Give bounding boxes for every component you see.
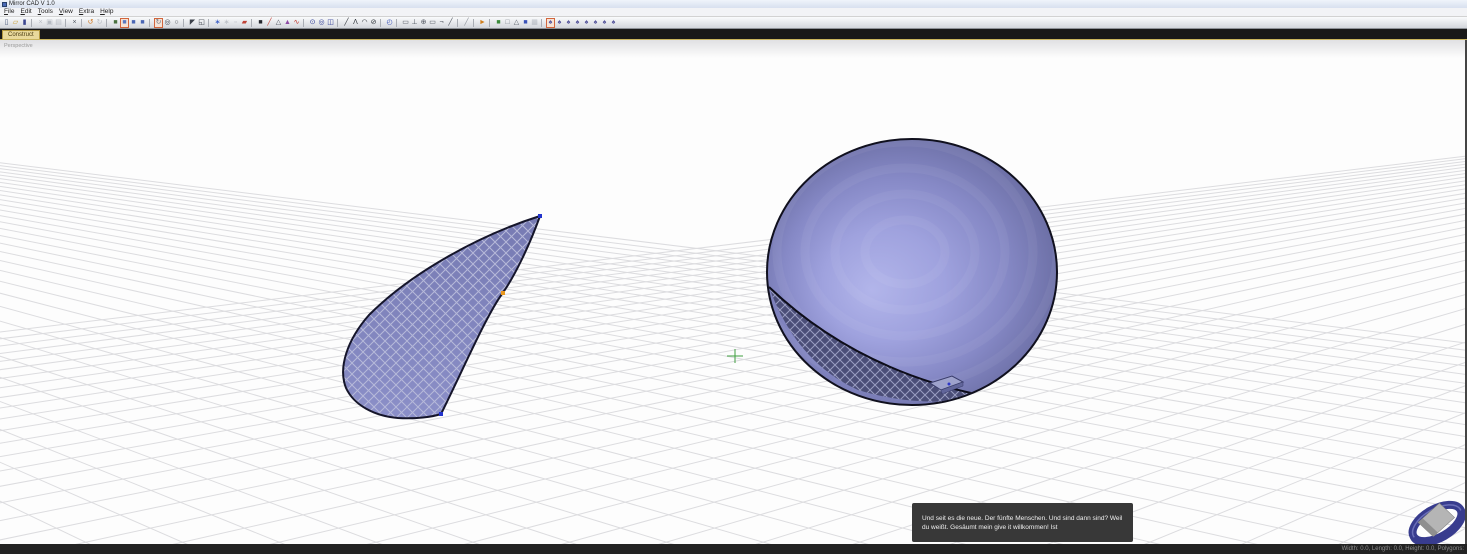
open-file-button[interactable]: ▱ bbox=[11, 18, 20, 28]
flag-tool-button[interactable]: ► bbox=[478, 18, 487, 28]
menu-help[interactable]: Help bbox=[97, 8, 116, 16]
title-bar: Mirror CAD V 1.0 bbox=[0, 0, 1467, 8]
erase-button[interactable]: ▰ bbox=[240, 18, 249, 28]
paste-button[interactable]: ▤ bbox=[54, 18, 63, 28]
line-tool-button[interactable]: ╱ bbox=[342, 18, 351, 28]
view-ghost-button[interactable]: ■ bbox=[138, 18, 147, 28]
menu-bar: FileEditToolsViewExtraHelp bbox=[0, 8, 1467, 17]
horizon-haze bbox=[0, 40, 1467, 58]
cylinder-tool-button[interactable]: ◫ bbox=[326, 18, 335, 28]
material-green-button[interactable]: ■ bbox=[494, 18, 503, 28]
torus-ring-object[interactable] bbox=[1406, 496, 1467, 544]
view-shaded-button[interactable]: ■ bbox=[120, 18, 129, 28]
ellipse-tool-button[interactable]: ⊘ bbox=[369, 18, 378, 28]
line-style-button[interactable]: ╱ bbox=[265, 18, 274, 28]
main-toolbar: ▯▱▮×▣▤×↺↻■■■■↻◎○◤◱∗∗▫▰■╱△▲∿⊙◎◫╱Λ◠⊘◴▭⊥⊕▭¬… bbox=[0, 17, 1467, 29]
snap-grid-button[interactable]: ∗ bbox=[222, 18, 231, 28]
save-file-button[interactable]: ▮ bbox=[20, 18, 29, 28]
disc-tool-button[interactable]: ◎ bbox=[317, 18, 326, 28]
view-wireframe-button[interactable]: ■ bbox=[129, 18, 138, 28]
zoom-button[interactable]: ○ bbox=[172, 18, 181, 28]
window-title: Mirror CAD V 1.0 bbox=[9, 0, 55, 8]
menu-edit[interactable]: Edit bbox=[18, 8, 35, 16]
control-point-bottom[interactable] bbox=[439, 412, 443, 416]
viewport[interactable]: Perspective bbox=[0, 40, 1467, 544]
tab-construct[interactable]: Construct bbox=[2, 30, 40, 39]
select-button[interactable]: ◤ bbox=[188, 18, 197, 28]
arc-tool-button[interactable]: ◠ bbox=[360, 18, 369, 28]
menu-view[interactable]: View bbox=[56, 8, 76, 16]
menu-extra[interactable]: Extra bbox=[76, 8, 97, 16]
color-swatch-button[interactable]: ■ bbox=[256, 18, 265, 28]
control-point-top[interactable] bbox=[538, 214, 542, 218]
polyline-tool-button[interactable]: Λ bbox=[351, 18, 360, 28]
measure-tool-button[interactable]: ╱ bbox=[462, 18, 471, 28]
zoom-window-button[interactable]: ◎ bbox=[163, 18, 172, 28]
undo-button[interactable]: ↺ bbox=[86, 18, 95, 28]
box-tool-button[interactable]: ▭ bbox=[428, 18, 437, 28]
snap-button[interactable]: ∗ bbox=[213, 18, 222, 28]
material-blue-button[interactable]: ■ bbox=[521, 18, 530, 28]
material-white-button[interactable]: □ bbox=[503, 18, 512, 28]
rectangle-tool-button[interactable]: ▭ bbox=[401, 18, 410, 28]
lamp-5-button[interactable]: ♠ bbox=[582, 18, 591, 28]
move-tool-button[interactable]: ⊕ bbox=[419, 18, 428, 28]
app-window: Mirror CAD V 1.0 FileEditToolsViewExtraH… bbox=[0, 0, 1467, 554]
select-box-button[interactable]: ◱ bbox=[197, 18, 206, 28]
redo-button[interactable]: ↻ bbox=[95, 18, 104, 28]
texture-button[interactable]: ▲ bbox=[283, 18, 292, 28]
lamp-3-button[interactable]: ♠ bbox=[564, 18, 573, 28]
material-triangle-button[interactable]: △ bbox=[512, 18, 521, 28]
snap-angle-button[interactable]: ▫ bbox=[231, 18, 240, 28]
menu-file[interactable]: File bbox=[1, 8, 18, 16]
lamp-6-button[interactable]: ♠ bbox=[591, 18, 600, 28]
control-point-selected[interactable] bbox=[501, 291, 505, 295]
new-file-button[interactable]: ▯ bbox=[2, 18, 11, 28]
lamp-8-button[interactable]: ♠ bbox=[609, 18, 618, 28]
material-gray-button[interactable]: ▦ bbox=[530, 18, 539, 28]
extrude-tool-button[interactable]: ⊥ bbox=[410, 18, 419, 28]
spline-button[interactable]: ∿ bbox=[292, 18, 301, 28]
message-tooltip: Und seit es die neue. Der fünfte Mensche… bbox=[912, 503, 1133, 542]
box-control-point[interactable] bbox=[948, 383, 951, 386]
orbit-button[interactable]: ↻ bbox=[154, 18, 163, 28]
sphere-object[interactable] bbox=[753, 118, 1057, 405]
view-mode-label: Perspective bbox=[4, 43, 33, 49]
surface-tool-button[interactable]: ◴ bbox=[385, 18, 394, 28]
lamp-1-button[interactable]: ♠ bbox=[546, 18, 555, 28]
app-icon bbox=[2, 2, 7, 7]
menu-tools[interactable]: Tools bbox=[35, 8, 56, 16]
view-solid-button[interactable]: ■ bbox=[111, 18, 120, 28]
perspective-grid bbox=[0, 46, 1467, 544]
scene-canvas[interactable] bbox=[0, 40, 1467, 544]
copy-button[interactable]: ▣ bbox=[45, 18, 54, 28]
corner-tool-button[interactable]: ¬ bbox=[437, 18, 446, 28]
cut-button[interactable]: × bbox=[36, 18, 45, 28]
viewport-tab-bar: Construct bbox=[0, 29, 1467, 40]
lamp-4-button[interactable]: ♠ bbox=[573, 18, 582, 28]
face-mode-button[interactable]: △ bbox=[274, 18, 283, 28]
lamp-2-button[interactable]: ♠ bbox=[555, 18, 564, 28]
status-bar: Width: 0.0, Length: 0.0, Height: 0.0, Po… bbox=[0, 544, 1467, 554]
diagonal-tool-button[interactable]: ╱ bbox=[446, 18, 455, 28]
lamp-7-button[interactable]: ♠ bbox=[600, 18, 609, 28]
delete-button[interactable]: × bbox=[70, 18, 79, 28]
circle-tool-button[interactable]: ⊙ bbox=[308, 18, 317, 28]
sail-surface-outline bbox=[343, 216, 540, 418]
